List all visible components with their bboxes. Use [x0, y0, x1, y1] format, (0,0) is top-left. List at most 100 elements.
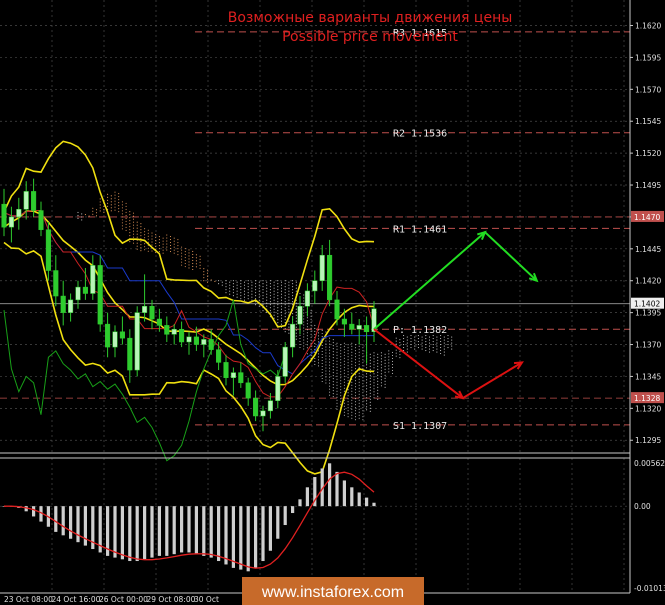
cloud-dot: [380, 367, 382, 369]
cloud-dot: [251, 284, 253, 286]
cloud-dot: [273, 281, 275, 283]
cloud-dot: [136, 242, 138, 244]
cloud-dot: [114, 200, 116, 202]
cloud-dot: [303, 345, 305, 347]
cloud-dot: [325, 337, 327, 339]
macd-bar: [254, 506, 258, 568]
cloud-dot: [325, 370, 327, 372]
cloud-dot: [362, 401, 364, 403]
cloud-dot: [306, 323, 308, 325]
cloud-dot: [240, 283, 242, 285]
cloud-dot: [369, 392, 371, 394]
cloud-dot: [432, 335, 434, 337]
cloud-dot: [292, 280, 294, 282]
cloud-dot: [155, 245, 157, 248]
cloud-dot: [421, 348, 423, 350]
cloud-dot: [336, 372, 338, 374]
cloud-dot: [369, 353, 371, 355]
cloud-dot: [158, 236, 160, 238]
cloud-dot: [129, 235, 131, 237]
cloud-dot: [118, 205, 120, 207]
cloud-dot: [373, 376, 375, 378]
cloud-dot: [269, 292, 271, 294]
cloud-dot: [299, 346, 301, 349]
cloud-dot: [377, 380, 379, 382]
cloud-dot: [325, 361, 327, 363]
cloud-dot: [340, 359, 342, 361]
cloud-dot: [403, 338, 405, 340]
cloud-dot: [347, 374, 349, 376]
candle-body: [97, 265, 103, 325]
cloud-dot: [118, 211, 120, 213]
watermark-text[interactable]: www.instaforex.com: [261, 584, 404, 601]
cloud-dot: [173, 252, 175, 254]
cloud-dot: [92, 210, 94, 212]
cloud-dot: [329, 394, 331, 396]
cloud-dot: [332, 381, 334, 383]
cloud-dot: [81, 219, 83, 221]
cloud-dot: [343, 387, 345, 389]
cloud-dot: [255, 292, 257, 294]
cloud-dot: [384, 368, 386, 370]
cloud-dot: [132, 233, 135, 235]
cloud-dot: [347, 368, 349, 370]
cloud-dot: [447, 338, 449, 340]
cloud-dot: [354, 398, 357, 400]
candle-body: [216, 349, 222, 363]
cloud-dot: [269, 283, 271, 285]
cloud-dot: [347, 395, 349, 397]
candle-body: [105, 323, 111, 348]
cloud-dot: [314, 360, 316, 362]
cloud-dot: [373, 367, 375, 369]
cloud-dot: [395, 340, 397, 342]
cloud-dot: [299, 343, 301, 346]
cloud-dot: [181, 252, 183, 254]
cloud-dot: [340, 347, 342, 349]
cloud-dot: [99, 198, 101, 200]
cloud-dot: [406, 342, 408, 344]
candle-body: [45, 229, 51, 271]
cloud-dot: [303, 303, 305, 305]
cloud-dot: [399, 351, 401, 353]
cloud-dot: [336, 396, 338, 398]
cloud-dot: [236, 284, 238, 286]
cloud-dot: [351, 417, 353, 419]
cloud-dot: [354, 365, 357, 367]
cloud-dot: [277, 307, 279, 309]
cloud-dot: [114, 203, 116, 205]
cloud-dot: [169, 250, 172, 253]
watermark-banner[interactable]: www.instaforex.com: [242, 577, 424, 605]
cloud-dot: [277, 286, 279, 288]
cloud-dot: [443, 351, 445, 353]
candle-body: [297, 306, 303, 325]
cloud-dot: [125, 223, 127, 225]
cloud-dot: [310, 351, 312, 353]
cloud-dot: [280, 320, 283, 322]
cloud-dot: [358, 408, 360, 410]
cloud-dot: [247, 286, 249, 288]
cloud-dot: [358, 390, 360, 392]
cloud-dot: [369, 404, 371, 406]
cloud-dot: [380, 379, 382, 381]
macd-bar: [298, 499, 302, 507]
cloud-dot: [314, 327, 316, 329]
cloud-dot: [162, 240, 164, 242]
cloud-dot: [343, 402, 345, 404]
cloud-dot: [243, 293, 246, 295]
cloud-dot: [277, 301, 279, 303]
cloud-dot: [336, 366, 338, 368]
macd-bar: [372, 502, 376, 507]
cloud-dot: [280, 284, 283, 286]
cloud-dot: [269, 286, 271, 288]
cloud-dot: [184, 257, 186, 259]
cloud-dot: [292, 313, 294, 315]
cloud-dot: [107, 205, 109, 207]
cloud-dot: [110, 210, 112, 212]
cloud-dot: [425, 347, 427, 349]
cloud-dot: [358, 402, 360, 404]
cloud-dot: [343, 342, 345, 344]
cloud-dot: [377, 389, 379, 391]
cloud-dot: [332, 354, 334, 356]
price-tick-label: 1.1520: [635, 149, 661, 158]
cloud-dot: [169, 247, 172, 250]
